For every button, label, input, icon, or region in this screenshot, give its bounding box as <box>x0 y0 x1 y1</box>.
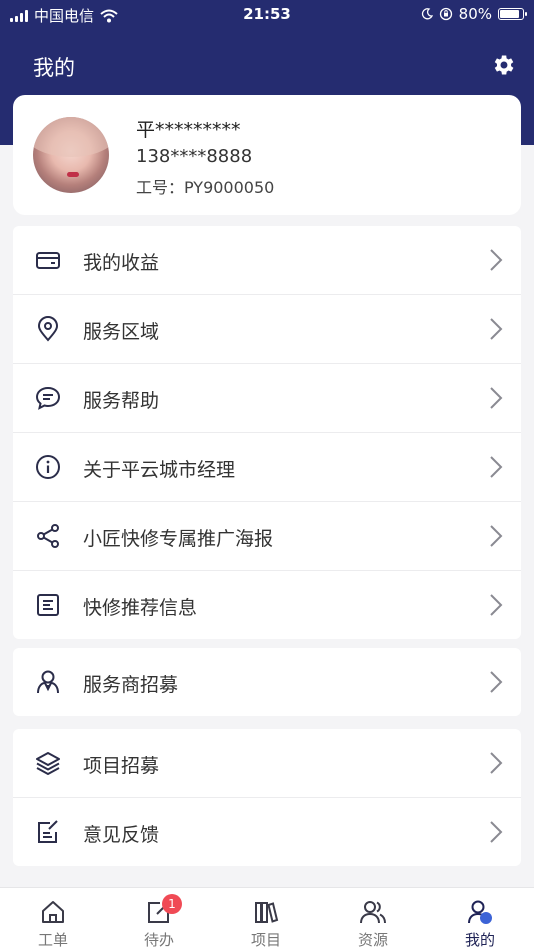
tab-work-orders[interactable]: 工单 <box>0 888 106 951</box>
document-list-icon <box>37 594 59 616</box>
menu-group-main: 我的收益 服务区域 服务帮助 关于平云城市经理 小匠快修专属推广海报 快修推荐信… <box>13 226 521 639</box>
menu-item-service-help[interactable]: 服务帮助 <box>13 364 521 433</box>
tab-resources[interactable]: 资源 <box>320 888 426 951</box>
menu-item-label: 服务商招募 <box>83 674 179 696</box>
user-icon <box>468 900 492 924</box>
menu-item-feedback[interactable]: 意见反馈 <box>13 798 521 866</box>
tab-label: 项目 <box>250 931 281 949</box>
person-tie-icon <box>37 670 59 694</box>
location-pin-icon <box>37 316 59 342</box>
avatar[interactable] <box>33 117 109 193</box>
menu-group-recruit: 服务商招募 <box>13 648 521 716</box>
menu-item-label: 意见反馈 <box>83 824 160 846</box>
menu-item-project-recruit[interactable]: 项目招募 <box>13 729 521 798</box>
menu-item-provider-recruit[interactable]: 服务商招募 <box>13 648 521 716</box>
menu-item-label: 服务区域 <box>83 321 160 343</box>
chevron-right-icon <box>490 318 503 340</box>
gear-icon[interactable] <box>490 52 516 78</box>
menu-item-service-area[interactable]: 服务区域 <box>13 295 521 364</box>
menu-item-label: 快修推荐信息 <box>83 597 198 619</box>
profile-card[interactable]: 平********* 138****8888 工号：PY9000050 <box>13 95 521 215</box>
bottom-tab-bar: 工单 1 待办 项目 资源 我的 <box>0 887 534 951</box>
chat-bubble-icon <box>35 386 61 410</box>
menu-item-label: 关于平云城市经理 <box>83 459 236 481</box>
battery-percent: 80% <box>458 5 492 23</box>
menu-item-earnings[interactable]: 我的收益 <box>13 226 521 295</box>
menu-item-recommend-info[interactable]: 快修推荐信息 <box>13 571 521 639</box>
employee-id: 工号：PY9000050 <box>136 178 275 197</box>
menu-item-label: 我的收益 <box>83 252 160 274</box>
chevron-right-icon <box>490 387 503 409</box>
orientation-lock-icon <box>439 7 452 21</box>
chevron-right-icon <box>490 525 503 547</box>
todo-badge: 1 <box>162 894 182 914</box>
home-icon <box>42 901 64 923</box>
tab-label: 待办 <box>143 931 174 949</box>
tab-label: 工单 <box>37 931 68 949</box>
chevron-right-icon <box>490 752 503 774</box>
books-icon <box>255 902 279 923</box>
tab-label: 我的 <box>464 931 495 949</box>
user-name: 平********* <box>136 119 241 141</box>
people-icon <box>360 901 386 924</box>
page-title: 我的 <box>33 56 75 80</box>
layers-icon <box>36 752 60 775</box>
menu-item-label: 项目招募 <box>83 755 160 777</box>
wallet-icon <box>36 252 60 269</box>
tab-projects[interactable]: 项目 <box>213 888 319 951</box>
user-phone: 138****8888 <box>136 146 253 167</box>
menu-item-promo-poster[interactable]: 小匠快修专属推广海报 <box>13 502 521 571</box>
menu-group-other: 项目招募 意见反馈 <box>13 729 521 866</box>
moon-icon <box>421 8 433 20</box>
share-icon <box>37 524 59 548</box>
info-icon <box>36 455 60 479</box>
tab-mine[interactable]: 我的 <box>427 888 533 951</box>
menu-item-about[interactable]: 关于平云城市经理 <box>13 433 521 502</box>
tab-label: 资源 <box>357 931 388 949</box>
edit-note-icon <box>38 820 58 843</box>
chevron-right-icon <box>490 249 503 271</box>
chevron-right-icon <box>490 821 503 843</box>
chevron-right-icon <box>490 671 503 693</box>
menu-item-label: 服务帮助 <box>83 390 160 412</box>
chevron-right-icon <box>490 456 503 478</box>
battery-icon <box>498 8 527 20</box>
status-bar: 中国电信 21:53 80% <box>0 0 534 28</box>
chevron-right-icon <box>490 594 503 616</box>
tab-todo[interactable]: 1 待办 <box>106 888 212 951</box>
menu-item-label: 小匠快修专属推广海报 <box>83 528 274 550</box>
